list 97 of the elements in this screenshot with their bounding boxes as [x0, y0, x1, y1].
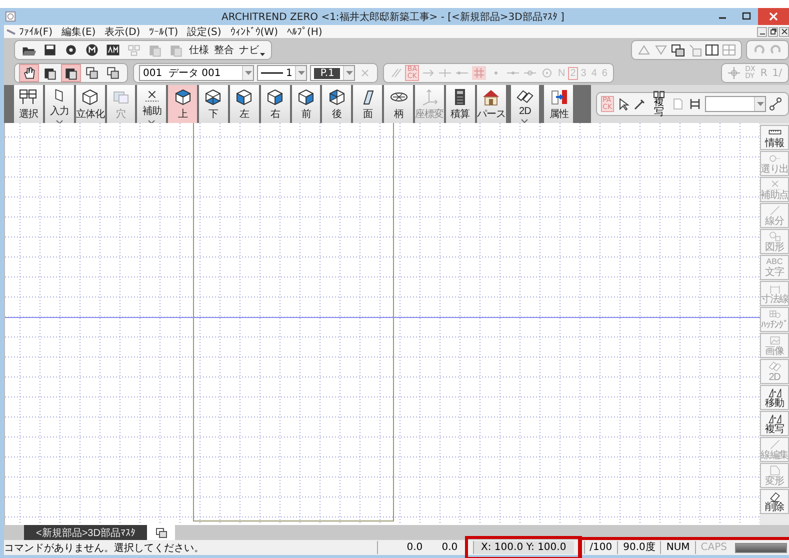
coordinate-display: X: 100.0 Y: 100.0 [472, 541, 574, 554]
menu-item[interactable]: 表示(D) [104, 24, 140, 38]
shapes-icon [766, 230, 782, 243]
caret-icon [298, 71, 305, 75]
data-combo[interactable]: 001 データ 001 [139, 65, 254, 81]
hand-button[interactable] [20, 65, 38, 81]
move-icon [766, 386, 782, 399]
num-indicator: NUM [660, 541, 695, 554]
caps-indicator: CAPS [694, 541, 732, 554]
redo-icon[interactable] [769, 42, 783, 56]
menu-item[interactable]: ｳｨﾝﾄﾞｳ(W) [230, 26, 278, 38]
split-view-icon[interactable] [705, 42, 719, 56]
select-icon [19, 88, 38, 106]
tool-button[interactable]: 選択 [14, 85, 43, 123]
tool-button[interactable]: 右 [260, 85, 290, 123]
menu-item[interactable]: 編集(E) [62, 24, 96, 38]
app-menu-icon[interactable] [6, 28, 16, 36]
windows-icon [156, 528, 167, 538]
status-value: 0.0 [376, 541, 428, 554]
layer-combo[interactable]: P.1 [310, 65, 356, 81]
dropper-icon[interactable] [633, 97, 648, 111]
stacked-squares-button[interactable] [104, 65, 122, 81]
table-icon[interactable] [688, 97, 702, 111]
app-icon [5, 11, 16, 22]
copy-icon [653, 90, 666, 98]
text-tool-button[interactable]: ナビ [238, 42, 266, 58]
line-style-icon [261, 71, 283, 75]
cube-icon [328, 88, 346, 106]
side-tool-button[interactable]: 複写 [760, 411, 789, 436]
cube-icon [204, 88, 222, 106]
restore-button[interactable] [768, 26, 778, 36]
window-tab-button[interactable] [147, 525, 176, 540]
side-tool-button[interactable]: 情報 [760, 125, 789, 150]
caret-icon [756, 102, 764, 106]
angle-value: 90.0度 [617, 541, 660, 554]
window-title: ARCHITREND ZERO <1:福井太郎邸新築工事> - [<新規部品>3D部品ﾏｽﾀ ] [220, 10, 566, 24]
menu-item[interactable]: ﾌｧｲﾙ(F) [19, 26, 53, 38]
caret-icon [346, 71, 353, 75]
tool-button[interactable]: 前 [292, 85, 320, 123]
tool-button[interactable]: 後 [322, 85, 352, 123]
cross-icon [766, 178, 782, 191]
tool-button[interactable]: 下 [199, 85, 228, 123]
tool-button[interactable]: 入力 [44, 85, 74, 123]
close-icon [769, 12, 778, 21]
cube-icon [81, 88, 100, 106]
pages-button[interactable] [62, 65, 80, 81]
progress-meter [735, 542, 787, 552]
crosshair-icon[interactable] [727, 66, 742, 80]
close-button[interactable] [758, 8, 789, 25]
tool-button[interactable]: 立体化 [76, 85, 105, 123]
house-icon [482, 88, 500, 106]
stacked-squares-button[interactable] [83, 65, 101, 81]
tool-button[interactable]: 柄 [384, 85, 413, 123]
tool-button[interactable]: 2D [510, 85, 540, 123]
triangle-up-icon[interactable] [637, 42, 651, 56]
side-tool-button[interactable]: 移動 [760, 385, 789, 410]
status-message: コマンドがありません。選択してください。 [4, 542, 205, 554]
cross-icon [142, 88, 161, 103]
menu-item[interactable]: ﾍﾙﾌﾟ(H) [286, 26, 322, 38]
side-tool-button[interactable]: 削除 [760, 489, 789, 514]
close-button[interactable] [779, 26, 789, 36]
tool-button[interactable]: パース [476, 85, 506, 123]
copy-button[interactable]: 複写 [650, 90, 668, 118]
cube-icon [297, 88, 316, 106]
cube-icon [266, 88, 284, 106]
text-tool-button[interactable]: 整合 [213, 42, 235, 58]
scale-value: /100 [584, 541, 618, 554]
text-tool-button[interactable]: 仕様 [188, 42, 210, 58]
tool-button[interactable]: 補助 [137, 85, 166, 123]
close-icon [780, 28, 788, 35]
cube-icon [235, 88, 254, 106]
caret-icon [244, 71, 252, 75]
attribute-icon [550, 88, 568, 106]
status-value: 0.0 [440, 541, 459, 554]
plates-icon [516, 88, 534, 106]
restore-icon [770, 28, 776, 35]
network-icon[interactable] [769, 97, 784, 111]
plates-icon [766, 360, 782, 373]
am-square-button[interactable] [104, 42, 122, 58]
axes-icon [420, 88, 438, 106]
copy-icon [766, 412, 782, 425]
tool-button[interactable]: 属性 [544, 85, 574, 123]
document-tab[interactable]: <新規部品>3D部品ﾏｽﾀ [24, 525, 148, 540]
menu-item[interactable]: ﾂｰﾙ(T) [149, 26, 178, 38]
maximize-icon [742, 12, 750, 21]
tool-button[interactable]: 積算 [446, 85, 475, 123]
line-combo[interactable]: 1 [257, 65, 308, 81]
hand-icon [21, 65, 37, 81]
undo-icon[interactable] [752, 42, 766, 56]
tool-button[interactable]: 左 [230, 85, 259, 123]
tool-button[interactable]: 上 [168, 85, 198, 123]
minimize-button[interactable] [757, 26, 767, 36]
tool-button[interactable]: 面 [353, 85, 382, 123]
cube-icon [174, 88, 192, 106]
combo-field[interactable] [705, 96, 766, 112]
menu-item[interactable]: 設定(S) [187, 24, 222, 38]
windows-icon[interactable] [671, 42, 685, 56]
